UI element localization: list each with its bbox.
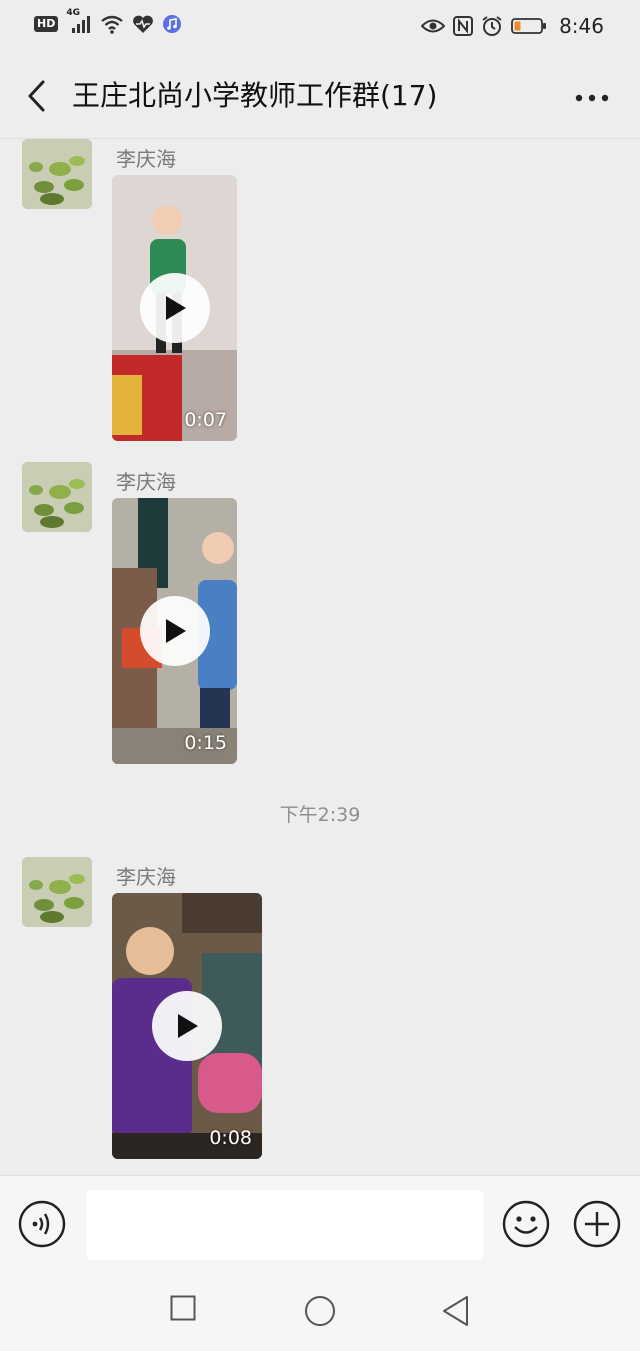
- avatar[interactable]: [22, 462, 92, 532]
- more-dots-icon: [575, 94, 609, 102]
- voice-input-button[interactable]: [18, 1200, 66, 1252]
- play-button[interactable]: [139, 273, 210, 343]
- video-message[interactable]: 0:07: [112, 175, 237, 441]
- more-options-button[interactable]: [568, 78, 616, 118]
- back-button[interactable]: [16, 76, 56, 116]
- emoji-button[interactable]: [502, 1200, 550, 1252]
- play-icon: [178, 1014, 198, 1038]
- home-icon: [305, 1296, 335, 1326]
- status-right-group: 8:46: [421, 14, 604, 38]
- hd-icon: HD: [34, 16, 59, 32]
- network-type-label: 4G: [66, 8, 80, 18]
- play-button[interactable]: [139, 596, 210, 666]
- battery-low-icon: [511, 17, 547, 35]
- video-message[interactable]: 0:15: [112, 498, 237, 764]
- emoji-icon: [502, 1200, 550, 1248]
- eye-icon: [421, 17, 446, 35]
- recent-apps-icon: [170, 1295, 196, 1321]
- avatar[interactable]: [22, 139, 92, 209]
- play-button[interactable]: [152, 991, 222, 1061]
- play-icon: [165, 619, 186, 643]
- alarm-icon: [481, 15, 503, 37]
- sender-name: 李庆海: [116, 470, 176, 494]
- sender-name: 李庆海: [116, 865, 176, 889]
- chat-title: 王庄北尚小学教师工作群(17): [72, 79, 438, 112]
- play-icon: [165, 296, 186, 320]
- signal-4g-icon: 4G: [66, 8, 92, 34]
- chat-header: 王庄北尚小学教师工作群(17): [0, 56, 640, 139]
- message-input-bar: [0, 1175, 640, 1270]
- wifi-icon: [100, 14, 124, 34]
- chevron-left-icon: [28, 80, 45, 112]
- sender-name: 李庆海: [116, 147, 176, 171]
- music-app-icon: [162, 14, 182, 34]
- plus-circle-icon: [573, 1200, 621, 1248]
- video-message[interactable]: 0:08: [112, 893, 262, 1159]
- time-divider: 下午2:39: [279, 804, 361, 826]
- back-triangle-icon: [443, 1296, 468, 1326]
- voice-input-icon: [18, 1200, 66, 1248]
- status-left-group: HD 4G: [34, 8, 182, 34]
- status-time: 8:46: [559, 14, 604, 38]
- status-bar: HD 4G 8:46: [0, 0, 640, 56]
- video-duration: 0:15: [184, 732, 227, 754]
- avatar[interactable]: [22, 857, 92, 927]
- more-functions-button[interactable]: [573, 1200, 621, 1252]
- system-navigation-bar: [0, 1269, 640, 1351]
- chat-message-list[interactable]: 李庆海 0:07 李庆海 0:15 下午2:39 李庆海 0:08: [0, 139, 640, 1175]
- message-text-field[interactable]: [86, 1190, 483, 1260]
- video-duration: 0:08: [209, 1127, 252, 1149]
- recent-apps-button[interactable]: [170, 1295, 196, 1325]
- video-duration: 0:07: [184, 409, 227, 431]
- home-button[interactable]: [304, 1295, 336, 1331]
- system-back-button[interactable]: [441, 1295, 469, 1331]
- nfc-icon: [453, 16, 474, 36]
- heart-health-icon: [132, 14, 154, 34]
